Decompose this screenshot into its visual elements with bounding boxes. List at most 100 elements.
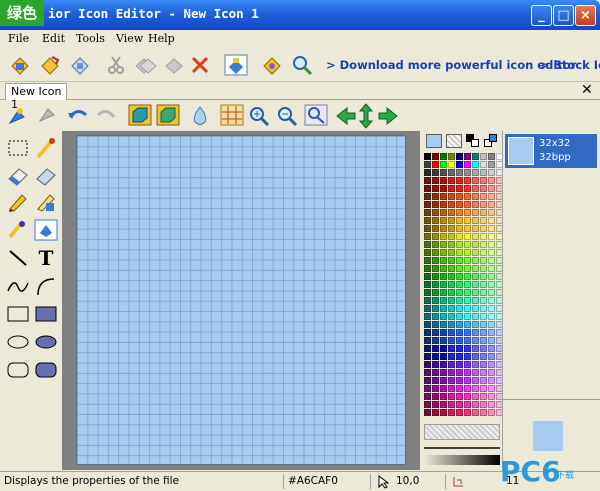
palette-swatch[interactable] [448, 401, 455, 408]
palette-swatch[interactable] [440, 161, 447, 168]
arrow-right-icon[interactable] [376, 105, 400, 127]
palette-swatch[interactable] [448, 321, 455, 328]
palette-swatch[interactable] [440, 281, 447, 288]
palette-swatch[interactable] [432, 313, 439, 320]
palette-swatch[interactable] [472, 369, 479, 376]
palette-swatch[interactable] [456, 241, 463, 248]
palette-swatch[interactable] [432, 233, 439, 240]
palette-swatch[interactable] [440, 273, 447, 280]
palette-swatch[interactable] [472, 297, 479, 304]
palette-swatch[interactable] [432, 257, 439, 264]
palette-swatch[interactable] [432, 225, 439, 232]
delete-icon[interactable] [188, 54, 212, 76]
palette-swatch[interactable] [432, 249, 439, 256]
palette-swatch[interactable] [424, 289, 431, 296]
palette-grid[interactable] [424, 153, 503, 416]
menu-file[interactable]: File [8, 32, 29, 45]
palette-swatch[interactable] [480, 233, 487, 240]
palette-swatch[interactable] [464, 265, 471, 272]
palette-swatch[interactable] [440, 401, 447, 408]
palette-swatch[interactable] [464, 161, 471, 168]
palette-swatch[interactable] [448, 345, 455, 352]
palette-swatch[interactable] [488, 273, 495, 280]
rect-filled-icon[interactable] [34, 303, 58, 325]
palette-swatch[interactable] [472, 153, 479, 160]
palette-swatch[interactable] [480, 209, 487, 216]
palette-swatch[interactable] [432, 209, 439, 216]
palette-swatch[interactable] [448, 273, 455, 280]
palette-swatch[interactable] [488, 329, 495, 336]
palette-swatch[interactable] [488, 377, 495, 384]
zoom-in-icon[interactable] [248, 105, 272, 127]
stock-icons-link[interactable]: > Stock Ic [540, 58, 600, 72]
palette-swatch[interactable] [480, 201, 487, 208]
palette-swatch[interactable] [424, 313, 431, 320]
palette-swatch[interactable] [424, 337, 431, 344]
palette-swatch[interactable] [472, 273, 479, 280]
palette-swatch[interactable] [480, 377, 487, 384]
palette-swatch[interactable] [456, 305, 463, 312]
palette-swatch[interactable] [472, 305, 479, 312]
palette-swatch[interactable] [464, 329, 471, 336]
hand-icon[interactable] [6, 105, 30, 127]
palette-swatch[interactable] [480, 217, 487, 224]
palette-swatch[interactable] [448, 193, 455, 200]
palette-swatch[interactable] [424, 385, 431, 392]
palette-swatch[interactable] [480, 193, 487, 200]
palette-swatch[interactable] [432, 161, 439, 168]
save-icon[interactable] [68, 54, 92, 76]
format-item-32x32[interactable]: 32x32 32bpp [505, 134, 597, 168]
palette-swatch[interactable] [480, 249, 487, 256]
tab-new-icon-1[interactable]: New Icon 1 [5, 83, 67, 111]
palette-swatch[interactable] [424, 273, 431, 280]
palette-swatch[interactable] [480, 265, 487, 272]
palette-swatch[interactable] [432, 281, 439, 288]
download-link[interactable]: > Download more powerful icon editor [326, 58, 576, 72]
palette-swatch[interactable] [480, 281, 487, 288]
palette-swatch[interactable] [472, 217, 479, 224]
palette-swatch[interactable] [448, 241, 455, 248]
palette-swatch[interactable] [456, 273, 463, 280]
palette-swatch[interactable] [440, 153, 447, 160]
palette-swatch[interactable] [488, 241, 495, 248]
palette-swatch[interactable] [464, 337, 471, 344]
palette-swatch[interactable] [432, 369, 439, 376]
palette-swatch[interactable] [440, 289, 447, 296]
palette-swatch[interactable] [464, 209, 471, 216]
palette-swatch[interactable] [432, 177, 439, 184]
text-icon[interactable]: T [34, 247, 58, 269]
palette-swatch[interactable] [472, 177, 479, 184]
palette-swatch[interactable] [464, 153, 471, 160]
box-front-icon[interactable] [128, 104, 152, 126]
palette-swatch[interactable] [472, 329, 479, 336]
palette-swatch[interactable] [440, 185, 447, 192]
palette-swatch[interactable] [488, 169, 495, 176]
palette-swatch[interactable] [448, 217, 455, 224]
close-tab-icon[interactable]: ✕ [581, 82, 593, 98]
palette-swatch[interactable] [472, 321, 479, 328]
palette-swatch[interactable] [480, 177, 487, 184]
palette-swatch[interactable] [488, 313, 495, 320]
palette-swatch[interactable] [480, 353, 487, 360]
icon-canvas[interactable] [76, 135, 406, 465]
palette-swatch[interactable] [456, 393, 463, 400]
palette-swatch[interactable] [488, 201, 495, 208]
palette-swatch[interactable] [464, 273, 471, 280]
palette-swatch[interactable] [488, 345, 495, 352]
palette-swatch[interactable] [488, 177, 495, 184]
copy-icon[interactable] [134, 54, 158, 76]
palette-swatch[interactable] [488, 225, 495, 232]
palette-swatch[interactable] [440, 193, 447, 200]
palette-swatch[interactable] [440, 409, 447, 416]
pencil-fill-icon[interactable] [34, 191, 58, 213]
palette-swatch[interactable] [424, 409, 431, 416]
rounded-rect-filled-icon[interactable] [34, 359, 58, 381]
palette-swatch[interactable] [440, 337, 447, 344]
ellipse-filled-icon[interactable] [34, 331, 58, 353]
palette-swatch[interactable] [480, 161, 487, 168]
palette-swatch[interactable] [488, 297, 495, 304]
pencil-icon[interactable] [6, 191, 30, 213]
palette-swatch[interactable] [424, 329, 431, 336]
palette-swatch[interactable] [472, 337, 479, 344]
palette-swatch[interactable] [448, 225, 455, 232]
